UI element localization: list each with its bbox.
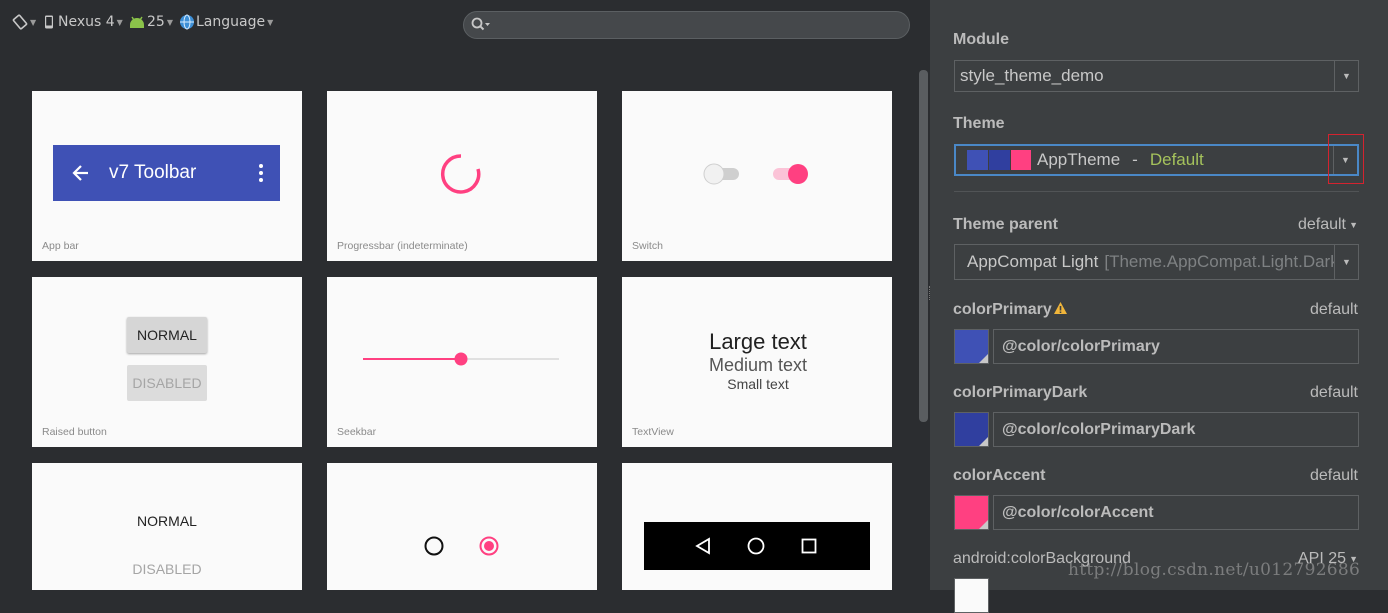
color-accent-label: colorAccent (953, 467, 1046, 484)
v7-toolbar-preview: v7 Toolbar (53, 145, 280, 201)
small-text: Small text (727, 376, 789, 392)
toolbar-title: v7 Toolbar (109, 162, 197, 183)
preview-scrollbar[interactable] (919, 70, 928, 422)
search-input[interactable] (463, 11, 910, 39)
card-seekbar[interactable]: Seekbar (327, 277, 597, 447)
card-caption: Progressbar (indeterminate) (337, 240, 468, 252)
phone-icon (45, 15, 53, 29)
color-primary-dark-swatch[interactable] (954, 412, 989, 447)
navigation-bar-preview (644, 522, 870, 570)
radio-checked-icon (479, 536, 499, 556)
device-name: Nexus 4 (58, 14, 115, 30)
card-flat-button[interactable]: NORMAL DISABLED (32, 463, 302, 590)
color-primary-dark-label: colorPrimaryDark (953, 384, 1088, 401)
preview-pane: ▼ Nexus 4 ▼ 25 ▼ Language ▼ v7 Toolbar A… (0, 0, 930, 590)
card-caption: Raised button (42, 426, 107, 438)
switch-off-icon (703, 163, 739, 185)
switch-on-icon (773, 164, 808, 184)
chevron-down-icon: ▼ (267, 17, 274, 27)
module-label: Module (953, 31, 1009, 48)
rotate-device-icon (12, 14, 28, 30)
color-primary-field[interactable]: @color/colorPrimary (993, 329, 1359, 364)
color-primary-dark-field[interactable]: @color/colorPrimaryDark (993, 412, 1359, 447)
nav-home-icon (747, 537, 765, 555)
arrow-back-icon (72, 165, 88, 181)
radio-unchecked-icon (424, 536, 444, 556)
card-caption: Seekbar (337, 426, 377, 438)
card-raised-button[interactable]: NORMAL DISABLED Raised button (32, 277, 302, 447)
color-primary-name: colorPrimary (953, 301, 1052, 318)
card-textview[interactable]: Large text Medium text Small text TextVi… (622, 277, 892, 447)
flat-disabled-button: DISABLED (132, 561, 202, 577)
globe-icon (180, 14, 194, 30)
color-primary-default: default (1309, 301, 1358, 318)
theme-editor-panel: Module style_theme_demo ▼ Theme AppTheme… (930, 0, 1388, 613)
theme-parent-hint: [Theme.AppCompat.Light.DarkActionBar] (1104, 252, 1358, 271)
card-progressbar[interactable]: Progressbar (indeterminate) (327, 91, 597, 261)
chevron-down-icon: ▼ (30, 17, 37, 27)
theme-color-preview (967, 150, 1031, 170)
medium-text: Medium text (708, 355, 808, 375)
theme-tag: Default (1149, 150, 1204, 169)
highlight-box (1328, 134, 1364, 184)
search-icon (471, 17, 490, 31)
raised-disabled-button: DISABLED (127, 365, 207, 401)
flat-normal-button[interactable]: NORMAL (32, 513, 302, 529)
preview-toolbar: ▼ Nexus 4 ▼ 25 ▼ Language ▼ (0, 0, 930, 44)
theme-parent-label: Theme parent (953, 216, 1058, 233)
large-text: Large text (709, 329, 807, 354)
color-accent-default: default (1309, 467, 1358, 484)
color-primary-dark-default: default (1309, 384, 1358, 401)
progress-spinner-icon (440, 154, 481, 194)
raised-normal-button[interactable]: NORMAL (127, 317, 207, 353)
language-label: Language (196, 14, 266, 30)
module-selector[interactable]: style_theme_demo ▼ (954, 60, 1359, 92)
language-selector[interactable]: Language ▼ (179, 12, 273, 32)
card-caption: TextView (632, 426, 674, 438)
theme-separator: - (1132, 150, 1138, 169)
card-navigation-bar[interactable] (622, 463, 892, 590)
api-level: 25 (147, 14, 165, 30)
theme-selector[interactable]: AppTheme - Default ▼ (954, 144, 1359, 176)
chevron-down-icon[interactable]: ▼ (1349, 220, 1358, 230)
chevron-down-icon: ▼ (166, 17, 173, 27)
color-primary-swatch[interactable] (954, 329, 989, 364)
color-accent-field[interactable]: @color/colorAccent (993, 495, 1359, 530)
nav-recents-icon (801, 538, 817, 554)
module-value: style_theme_demo (960, 66, 1104, 85)
android-icon (130, 16, 144, 28)
theme-label: Theme (953, 115, 1005, 132)
color-primary-label: colorPrimary (953, 301, 1068, 319)
chevron-down-icon[interactable]: ▼ (1334, 61, 1358, 91)
theme-parent-value: AppCompat Light (967, 252, 1099, 271)
orientation-button[interactable]: ▼ (12, 12, 36, 32)
device-selector[interactable]: Nexus 4 ▼ (44, 12, 123, 32)
theme-name: AppTheme (1037, 150, 1121, 169)
card-switch[interactable]: Switch (622, 91, 892, 261)
nav-back-icon (695, 537, 710, 555)
chevron-down-icon[interactable]: ▼ (1334, 245, 1358, 279)
theme-parent-selector[interactable]: AppCompat Light [Theme.AppCompat.Light.D… (954, 244, 1359, 280)
color-accent-swatch[interactable] (954, 495, 989, 530)
card-caption: Switch (632, 240, 663, 252)
theme-parent-default: default (1297, 216, 1346, 233)
api-level-selector[interactable]: 25 ▼ (128, 12, 173, 32)
divider (954, 191, 1359, 192)
seekbar-preview[interactable] (363, 349, 559, 369)
watermark: http://blog.csdn.net/u012792686 (1068, 560, 1361, 580)
card-caption: App bar (42, 240, 79, 252)
card-radio-button[interactable] (327, 463, 597, 590)
warning-icon (1053, 302, 1067, 314)
chevron-down-icon: ▼ (116, 17, 123, 27)
more-vert-icon (259, 164, 263, 182)
card-app-bar[interactable]: v7 Toolbar App bar (32, 91, 302, 261)
color-background-swatch[interactable] (954, 578, 989, 613)
